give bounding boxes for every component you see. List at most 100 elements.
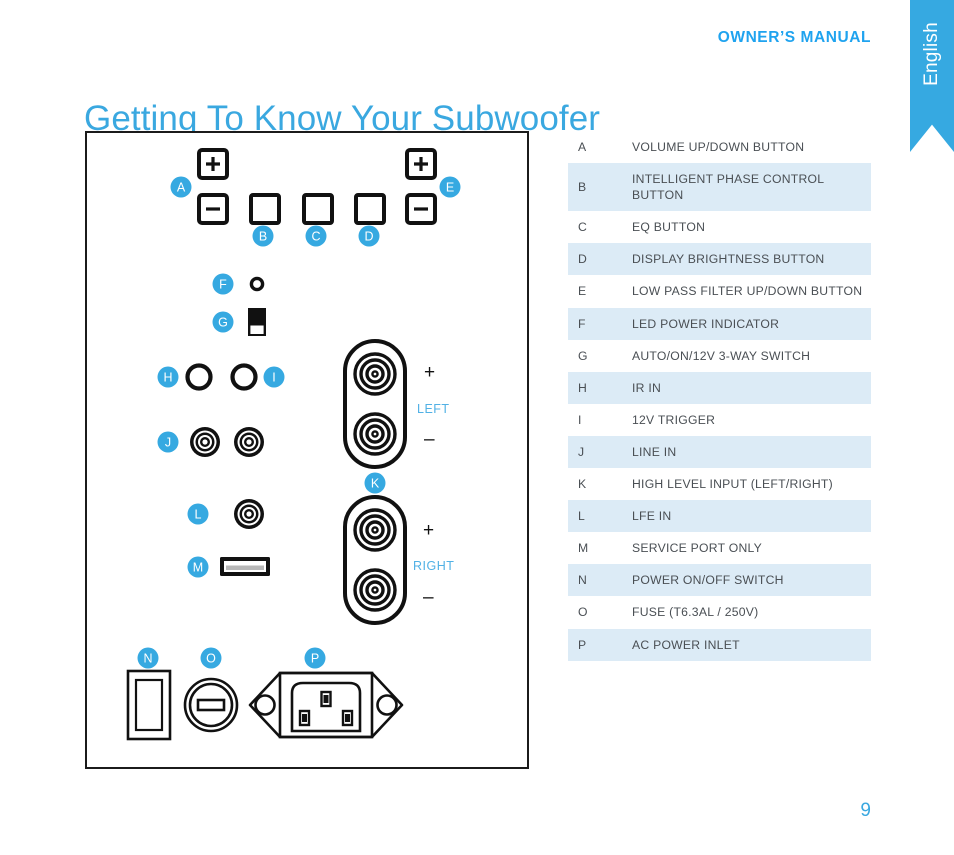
legend-row: E LOW PASS FILTER UP/DOWN BUTTON [568,275,871,308]
legend-row: D DISPLAY BRIGHTNESS BUTTON [568,243,871,276]
callout-m: M [187,556,209,578]
svg-text:I: I [272,371,275,385]
legend-description: LOW PASS FILTER UP/DOWN BUTTON [632,284,863,299]
legend-key: N [578,573,588,588]
three-way-switch[interactable] [248,308,266,336]
intelligent-phase-control-button[interactable] [249,193,281,225]
legend-description: IR IN [632,380,662,395]
svg-text:F: F [219,278,227,292]
page-number: 9 [860,800,871,821]
volume-down-button[interactable] [197,193,229,225]
display-brightness-button[interactable] [354,193,386,225]
legend-row: L LFE IN [568,500,871,533]
legend-description: DISPLAY BRIGHTNESS BUTTON [632,252,825,267]
trigger-12v-jack [230,363,258,391]
legend-row: P AC POWER INLET [568,628,871,661]
legend-key: E [578,284,587,299]
right-terminal-minus: – [423,587,434,608]
led-power-indicator [249,276,265,292]
legend-description: POWER ON/OFF SWITCH [632,573,784,588]
legend-key: G [578,348,588,363]
left-terminal-minus: – [424,429,435,450]
legend-key: L [578,509,586,524]
lfe-in-jack [234,499,264,529]
callout-j: J [157,431,179,453]
legend-description: SERVICE PORT ONLY [632,541,763,556]
legend-key: K [578,477,587,492]
line-in-jack-left [190,427,220,457]
svg-text:J: J [165,436,171,450]
legend-row: A VOLUME UP/DOWN BUTTON [568,131,871,164]
fuse-holder [183,677,239,733]
callout-c: C [305,225,327,247]
callout-k: K [364,472,386,494]
legend-table: A VOLUME UP/DOWN BUTTON B INTELLIGENT PHASE… [568,131,871,661]
lpf-down-button[interactable] [405,193,437,225]
language-tab[interactable]: English [910,0,954,152]
power-on-off-switch[interactable] [126,669,172,741]
svg-text:K: K [371,477,380,491]
legend-description: LINE IN [632,444,677,459]
line-in-jack-right [234,427,264,457]
legend-key: B [578,180,587,195]
legend-key: D [578,252,588,267]
svg-text:L: L [195,508,202,522]
legend-row: N POWER ON/OFF SWITCH [568,564,871,597]
high-level-input-left-terminal [343,339,407,469]
svg-text:N: N [143,652,152,666]
left-terminal-label: LEFT [417,402,450,416]
language-tab-label: English [921,22,942,86]
legend-description: AC POWER INLET [632,637,740,652]
legend-description: INTELLIGENT PHASE CONTROL BUTTON [632,172,824,203]
high-level-input-right-terminal [343,495,407,625]
legend-row: J LINE IN [568,435,871,469]
lpf-up-button[interactable] [405,148,437,180]
callout-b: B [252,225,274,247]
svg-text:A: A [177,181,186,195]
callout-d: D [358,225,380,247]
callout-o: O [200,647,222,669]
legend-row: O FUSE (T6.3AL / 250V) [568,596,871,629]
legend-key: A [578,140,587,154]
ir-in-jack [185,363,213,391]
legend-row: I 12V TRIGGER [568,403,871,436]
callout-l: L [187,503,209,525]
legend-row: B INTELLIGENT PHASE CONTROL BUTTON [568,163,871,212]
legend-description: HIGH LEVEL INPUT (LEFT/RIGHT) [632,477,833,492]
legend-key: F [578,316,586,331]
legend-key: P [578,637,587,652]
right-terminal-label: RIGHT [413,559,454,573]
svg-text:H: H [163,371,172,385]
legend-key: J [578,444,585,459]
svg-text:P: P [311,652,319,666]
svg-text:B: B [259,230,267,244]
svg-text:M: M [193,561,203,575]
svg-text:G: G [218,316,228,330]
legend-description: VOLUME UP/DOWN BUTTON [632,140,805,154]
legend-row: C EQ BUTTON [568,211,871,244]
callout-i: I [263,366,285,388]
legend-row: M SERVICE PORT ONLY [568,532,871,565]
ac-power-inlet [248,671,404,739]
callout-g: G [212,311,234,333]
callout-p: P [304,647,326,669]
legend-key: H [578,380,588,395]
owners-manual-label: OWNER’S MANUAL [717,29,871,46]
callout-e: E [439,176,461,198]
legend-row: F LED POWER INDICATOR [568,307,871,340]
svg-text:D: D [364,230,373,244]
legend-description: FUSE (T6.3AL / 250V) [632,605,759,620]
legend-key: O [578,605,588,620]
svg-text:C: C [311,230,320,244]
legend-row: K HIGH LEVEL INPUT (LEFT/RIGHT) [568,468,871,501]
legend-key: I [578,412,582,427]
eq-button[interactable] [302,193,334,225]
volume-up-button[interactable] [197,148,229,180]
service-usb-port [220,557,270,576]
callout-a: A [170,176,192,198]
legend-description: EQ BUTTON [632,220,706,235]
legend-row: H IR IN [568,371,871,404]
callout-n: N [137,647,159,669]
legend-description: AUTO/ON/12V 3-WAY SWITCH [632,348,811,363]
callout-h: H [157,366,179,388]
